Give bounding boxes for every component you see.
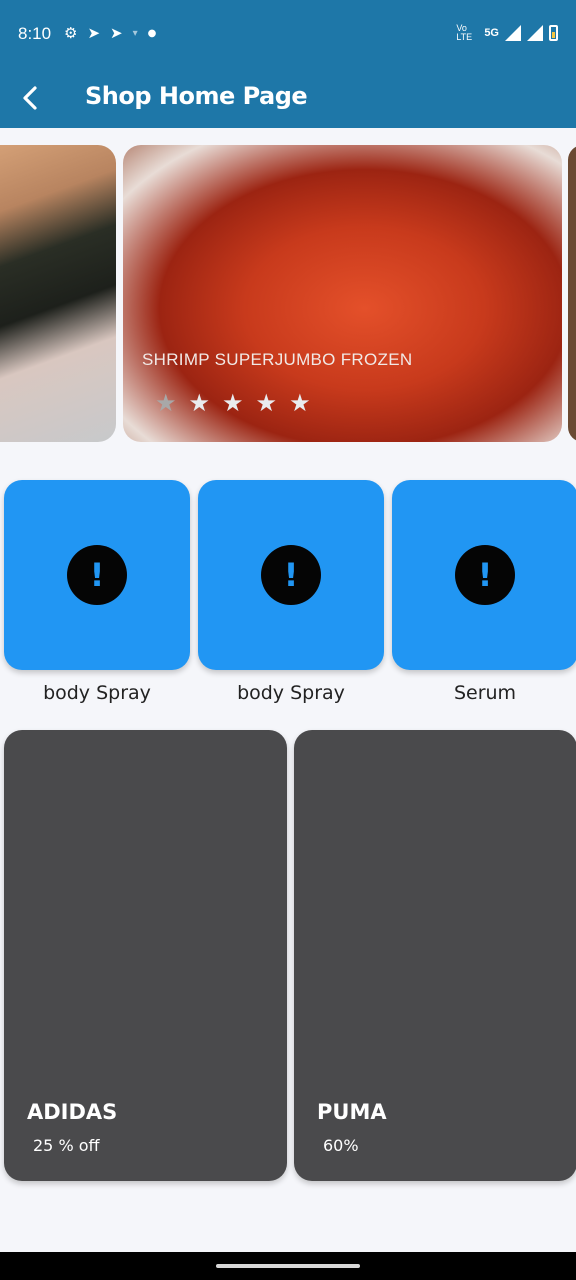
telegram-icon: ➤: [110, 24, 123, 42]
status-bar: 8:10 ⚙ ➤ ➤ ▾ ● Vo LTE 5G: [0, 0, 576, 68]
status-time: 8:10: [18, 24, 52, 43]
category-tile[interactable]: !: [198, 480, 384, 670]
star-icon: ★: [289, 389, 311, 417]
category-row: ! body Spray ! body Spray ! Serum: [0, 480, 576, 720]
error-icon: !: [455, 545, 515, 605]
carousel-slide-previous[interactable]: [0, 145, 116, 442]
carousel-slide-next[interactable]: [568, 145, 576, 442]
error-icon: !: [67, 545, 127, 605]
category-tile[interactable]: !: [392, 480, 576, 670]
star-icon: ★: [188, 389, 211, 417]
dot-icon: ●: [147, 27, 157, 39]
home-gesture-handle[interactable]: [216, 1264, 360, 1268]
status-icons-left: ⚙ ➤ ➤ ▾ ●: [64, 24, 156, 42]
star-icon: ★: [222, 389, 244, 417]
rating-stars: ★ ★ ★ ★ ★: [155, 391, 311, 415]
page-title: Shop Home Page: [85, 82, 308, 110]
wifi-small-icon: ▾: [132, 27, 138, 39]
signal-icon: [505, 25, 521, 41]
slide-caption: SHRIMP SUPERJUMBO FROZEN: [142, 350, 413, 369]
app-bar: Shop Home Page: [0, 68, 576, 128]
brand-row: ADIDAS 25 % off PUMA 60%: [0, 730, 576, 1182]
chevron-left-icon: [23, 86, 37, 110]
product-carousel[interactable]: SHRIMP SUPERJUMBO FROZEN ★ ★ ★ ★ ★: [0, 145, 576, 445]
brand-name: ADIDAS: [27, 1100, 118, 1124]
back-button[interactable]: [10, 78, 50, 118]
error-icon: !: [261, 545, 321, 605]
status-icons-right: Vo LTE 5G: [456, 24, 558, 42]
system-nav-bar: [0, 1252, 576, 1280]
star-icon: ★: [155, 389, 177, 417]
category-label: body Spray: [43, 682, 151, 704]
category-label: Serum: [453, 682, 517, 704]
brand-card[interactable]: PUMA 60%: [294, 730, 576, 1181]
category-tile[interactable]: !: [4, 480, 190, 670]
category-item[interactable]: ! body Spray: [4, 480, 190, 704]
star-icon: ★: [255, 389, 278, 417]
network-type-label: 5G: [484, 27, 499, 39]
brand-discount: 25 % off: [33, 1136, 100, 1155]
brand-name: PUMA: [317, 1100, 387, 1124]
category-item[interactable]: ! body Spray: [198, 480, 384, 704]
category-item[interactable]: ! Serum: [392, 480, 576, 704]
telegram-icon: ➤: [87, 24, 101, 42]
gear-icon: ⚙: [64, 24, 78, 42]
signal-icon: [527, 25, 543, 41]
volte-label: Vo LTE: [456, 23, 473, 42]
brand-discount: 60%: [323, 1136, 359, 1155]
brand-card[interactable]: ADIDAS 25 % off: [4, 730, 287, 1181]
carousel-slide-current[interactable]: SHRIMP SUPERJUMBO FROZEN ★ ★ ★ ★ ★: [123, 145, 562, 442]
battery-icon: [549, 25, 558, 41]
category-label: body Spray: [237, 682, 345, 704]
